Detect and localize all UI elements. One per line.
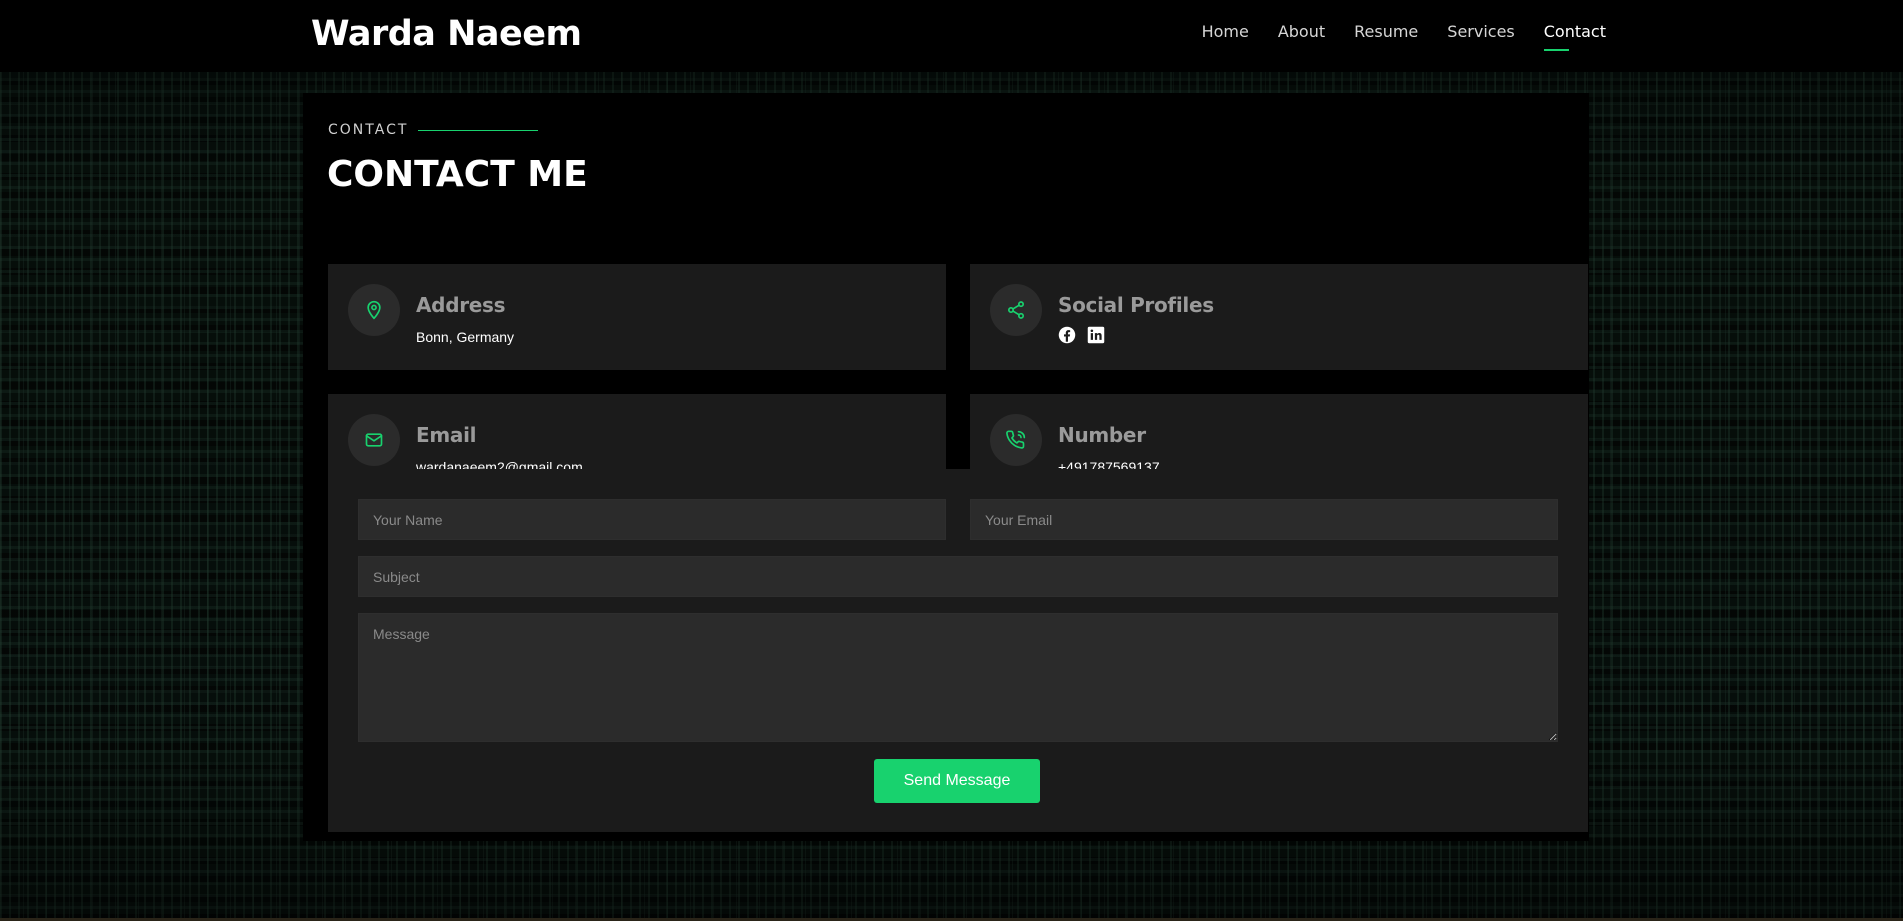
address-title: Address <box>416 293 506 317</box>
map-pin-icon <box>367 300 381 320</box>
share-icon <box>1008 301 1024 319</box>
number-icon-wrapper <box>990 414 1042 466</box>
section-label: CONTACT <box>328 122 409 138</box>
nav-link-resume[interactable]: Resume <box>1354 22 1418 49</box>
social-profiles-card: Social Profiles <box>970 264 1588 370</box>
social-icons-row <box>1058 326 1105 344</box>
section-title: CONTACT ME <box>327 154 588 195</box>
email-title: Email <box>416 423 477 447</box>
address-value: Bonn, Germany <box>416 329 515 345</box>
email-input[interactable] <box>970 499 1558 540</box>
contact-section: CONTACT CONTACT ME Address Bonn, Germany… <box>303 93 1589 841</box>
nav-link-about[interactable]: About <box>1278 22 1325 49</box>
nav-link-contact[interactable]: Contact <box>1543 22 1606 51</box>
name-input[interactable] <box>358 499 946 540</box>
main-nav: Home About Resume Services Contact <box>1173 22 1606 51</box>
social-icon-wrapper <box>990 284 1042 336</box>
message-textarea[interactable] <box>358 613 1558 742</box>
nav-link-home[interactable]: Home <box>1202 22 1249 49</box>
send-message-button[interactable]: Send Message <box>874 759 1040 803</box>
linkedin-icon[interactable] <box>1087 326 1105 344</box>
contact-form: Send Message <box>328 469 1588 832</box>
envelope-icon <box>365 433 383 447</box>
site-logo[interactable]: Warda Naeem <box>311 12 582 56</box>
number-title: Number <box>1058 423 1146 447</box>
social-profiles-title: Social Profiles <box>1058 293 1214 317</box>
address-icon-wrapper <box>348 284 400 336</box>
phone-icon <box>1006 430 1026 449</box>
nav-link-services[interactable]: Services <box>1447 22 1514 49</box>
email-icon-wrapper <box>348 414 400 466</box>
site-header: Warda Naeem Home About Resume Services C… <box>0 0 1903 72</box>
subject-input[interactable] <box>358 556 1558 597</box>
address-card: Address Bonn, Germany <box>328 264 946 370</box>
section-label-row: CONTACT <box>328 122 539 138</box>
section-label-line <box>418 129 539 131</box>
facebook-icon[interactable] <box>1058 326 1076 344</box>
